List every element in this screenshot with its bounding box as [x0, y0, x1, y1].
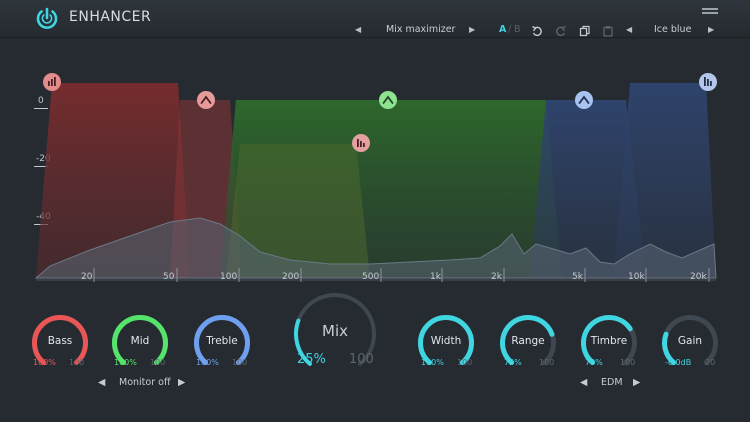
- bass-max: 100: [69, 358, 85, 367]
- bass-knob[interactable]: Bass 100% 100: [31, 314, 89, 372]
- timbre-knob[interactable]: Timbre 70% 100: [580, 314, 638, 372]
- style-next-button[interactable]: ▶: [633, 376, 640, 390]
- app-title: ENHANCER: [69, 9, 152, 25]
- width-max: 100: [457, 358, 473, 367]
- range-label: Range: [511, 335, 545, 347]
- treble-bell-handle[interactable]: [575, 91, 593, 109]
- freq-label-1k: 1k: [430, 272, 442, 282]
- treble-shelf-area: [614, 83, 716, 278]
- gain-value: -6.0dB: [665, 358, 692, 367]
- gain-knob[interactable]: Gain -6.0dB 20: [661, 314, 719, 372]
- freq-label-5k: 5k: [572, 272, 584, 282]
- gain-label: Gain: [677, 335, 703, 347]
- timbre-value: 70%: [585, 358, 603, 367]
- mid-knob[interactable]: Mid 100% 100: [111, 314, 169, 372]
- freq-label-50: 50: [163, 272, 175, 282]
- mid-max: 100: [150, 358, 166, 367]
- treble-shelf-handle[interactable]: [699, 73, 717, 91]
- paste-icon[interactable]: [602, 25, 614, 37]
- freq-label-2k: 2k: [491, 272, 503, 282]
- width-value: 100%: [421, 358, 444, 367]
- range-knob[interactable]: Range 75% 100: [499, 314, 557, 372]
- preset-name[interactable]: Mix maximizer: [386, 22, 455, 38]
- theme-prev-button[interactable]: ◀: [626, 22, 632, 38]
- monitor-select[interactable]: Monitor off: [119, 376, 171, 390]
- mid-value: 100%: [114, 358, 137, 367]
- ab-separator: /: [508, 24, 512, 35]
- treble-knob[interactable]: Treble 100% 100: [193, 314, 251, 372]
- freq-label-10k: 10k: [628, 272, 645, 282]
- treble-value: 100%: [196, 358, 219, 367]
- redo-icon[interactable]: [555, 25, 567, 37]
- copy-icon[interactable]: [579, 25, 591, 37]
- theme-name[interactable]: Ice blue: [654, 22, 691, 38]
- bass-label: Bass: [47, 335, 73, 347]
- monitor-prev-button[interactable]: ◀: [98, 376, 105, 390]
- bass-bell-handle[interactable]: [197, 91, 215, 109]
- mid-shelf-handle[interactable]: [352, 134, 370, 152]
- ab-b-button[interactable]: B: [514, 22, 521, 38]
- theme-next-button[interactable]: ▶: [708, 22, 714, 38]
- mix-max: 100: [349, 352, 374, 367]
- preset-prev-button[interactable]: ◀: [355, 22, 361, 38]
- gain-max: 20: [705, 358, 716, 367]
- width-knob[interactable]: Width 100% 100: [417, 314, 475, 372]
- timbre-max: 100: [620, 358, 636, 367]
- mid-label: Mid: [130, 335, 150, 347]
- mid-bell-handle[interactable]: [379, 91, 397, 109]
- bass-value: 100%: [33, 358, 56, 367]
- preset-next-button[interactable]: ▶: [469, 22, 475, 38]
- bass-low-shelf-handle[interactable]: [43, 73, 61, 91]
- menu-icon[interactable]: [702, 8, 718, 18]
- timbre-label: Timbre: [590, 335, 628, 347]
- freq-label-500: 500: [362, 272, 379, 282]
- freq-label-200: 200: [282, 272, 299, 282]
- width-label: Width: [430, 335, 462, 347]
- mix-value: 25%: [297, 352, 326, 367]
- freq-label-20: 20: [81, 272, 93, 282]
- treble-max: 100: [232, 358, 248, 367]
- style-prev-button[interactable]: ◀: [580, 376, 587, 390]
- range-value: 75%: [504, 358, 522, 367]
- monitor-next-button[interactable]: ▶: [178, 376, 185, 390]
- freq-label-100: 100: [220, 272, 237, 282]
- mix-label: Mix: [322, 322, 348, 340]
- header-bar: ENHANCER: [0, 0, 750, 38]
- undo-icon[interactable]: [531, 25, 543, 37]
- treble-label: Treble: [206, 335, 238, 347]
- ab-a-button[interactable]: A: [499, 22, 506, 38]
- mix-knob[interactable]: Mix 25% 100: [293, 292, 377, 376]
- range-max: 100: [539, 358, 555, 367]
- freq-label-20k: 20k: [690, 272, 707, 282]
- eq-graph[interactable]: 20 50 100 200 500 1k 2k 5k 10k 20k: [30, 68, 720, 286]
- power-logo-icon: [36, 7, 58, 29]
- style-select[interactable]: EDM: [601, 376, 623, 390]
